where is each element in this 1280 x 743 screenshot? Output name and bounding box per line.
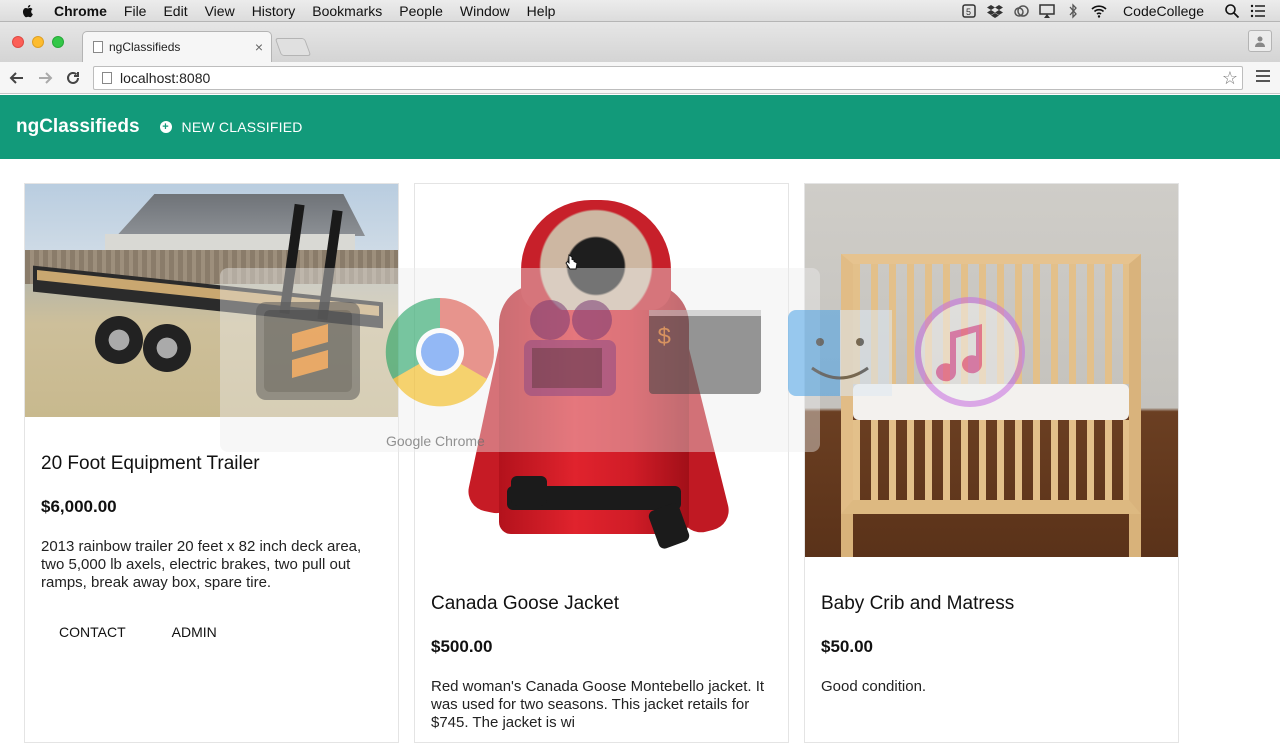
url-text: localhost:8080 (120, 70, 211, 86)
menu-bookmarks[interactable]: Bookmarks (312, 3, 382, 19)
address-bar[interactable]: localhost:8080 ☆ (93, 66, 1243, 90)
classified-card: Canada Goose Jacket $500.00 Red woman's … (414, 183, 789, 743)
svg-text:$: $ (657, 325, 671, 352)
menu-edit[interactable]: Edit (163, 3, 187, 19)
finder-icon[interactable] (782, 294, 898, 410)
itunes-icon[interactable] (912, 294, 1028, 410)
new-classified-label: NEW CLASSIFIED (181, 119, 303, 135)
menu-help[interactable]: Help (527, 3, 556, 19)
user-name[interactable]: CodeCollege (1123, 3, 1204, 19)
notification-center-icon[interactable] (1250, 3, 1266, 19)
browser-tab-strip: ngClassifieds × (0, 22, 1280, 62)
person-icon (1255, 36, 1265, 47)
admin-button[interactable]: ADMIN (154, 620, 235, 644)
reload-button[interactable] (64, 69, 82, 87)
dropbox-icon[interactable] (987, 3, 1004, 19)
page-favicon-icon (93, 41, 103, 53)
new-classified-button[interactable]: + NEW CLASSIFIED (159, 119, 303, 135)
classified-price: $6,000.00 (41, 497, 117, 516)
classified-description: Red woman's Canada Goose Montebello jack… (431, 678, 765, 731)
forward-button[interactable] (36, 69, 54, 87)
bluetooth-icon[interactable] (1065, 3, 1081, 19)
browser-toolbar: localhost:8080 ☆ (0, 62, 1280, 94)
browser-tab[interactable]: ngClassifieds × (82, 31, 272, 62)
arrow-right-icon (39, 72, 53, 84)
menu-chrome[interactable]: Chrome (54, 3, 107, 19)
macos-menu-bar: Chrome File Edit View History Bookmarks … (0, 0, 1280, 22)
menu-file[interactable]: File (124, 3, 147, 19)
zoom-window-button[interactable] (52, 36, 64, 48)
tab-title: ngClassifieds (109, 40, 181, 54)
profile-button[interactable] (1248, 30, 1272, 52)
menu-view[interactable]: View (205, 3, 235, 19)
airplay-icon[interactable] (1039, 3, 1055, 19)
classified-price: $50.00 (821, 637, 873, 656)
close-tab-icon[interactable]: × (255, 39, 263, 55)
menu-history[interactable]: History (252, 3, 296, 19)
classified-title: 20 Foot Equipment Trailer (41, 453, 260, 474)
back-button[interactable] (8, 69, 26, 87)
classified-description: Good condition. (821, 678, 927, 695)
terminal-icon[interactable]: $ (647, 294, 763, 410)
minimize-window-button[interactable] (32, 36, 44, 48)
app-header: ngClassifieds + NEW CLASSIFIED (0, 95, 1280, 159)
shield-icon[interactable]: 5 (961, 3, 977, 19)
sublime-text-icon[interactable] (252, 294, 368, 410)
svg-text:5: 5 (966, 7, 971, 17)
chrome-menu-button[interactable] (1256, 70, 1270, 84)
chrome-icon[interactable] (382, 294, 498, 410)
menu-people[interactable]: People (399, 3, 443, 19)
new-tab-button[interactable] (274, 38, 312, 56)
reload-icon (67, 71, 79, 84)
bookmark-star-icon[interactable]: ☆ (1222, 68, 1238, 89)
close-window-button[interactable] (12, 36, 24, 48)
classified-price: $500.00 (431, 637, 493, 656)
wifi-icon[interactable] (1091, 3, 1107, 19)
classified-title: Canada Goose Jacket (431, 593, 620, 614)
apple-icon[interactable] (20, 3, 36, 19)
hand-cursor-icon (565, 254, 577, 270)
add-circle-icon: + (159, 121, 172, 133)
page-icon (102, 72, 112, 84)
creative-cloud-icon[interactable] (1013, 3, 1029, 19)
classified-card: 20 Foot Equipment Trailer $6,000.00 2013… (24, 183, 399, 743)
classified-description: 2013 rainbow trailer 20 feet x 82 inch d… (41, 538, 362, 591)
app-switcher-label: Google Chrome (386, 433, 485, 449)
arrow-left-icon (9, 72, 23, 84)
spotlight-search-icon[interactable] (1224, 3, 1240, 19)
contact-button[interactable]: CONTACT (41, 620, 144, 644)
classified-card: Baby Crib and Matress $50.00 Good condit… (804, 183, 1179, 743)
video-editor-icon[interactable] (512, 294, 628, 410)
classified-title: Baby Crib and Matress (821, 593, 1015, 614)
menu-window[interactable]: Window (460, 3, 510, 19)
app-title[interactable]: ngClassifieds (16, 116, 140, 138)
